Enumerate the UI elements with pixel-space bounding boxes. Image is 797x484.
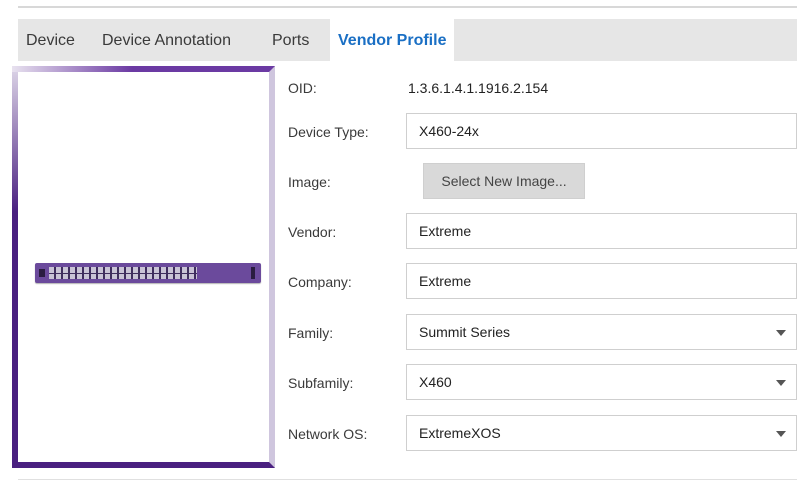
vendor-label: Vendor:	[288, 224, 337, 240]
company-label: Company:	[288, 274, 352, 290]
tab-device-annotation[interactable]: Device Annotation	[94, 19, 239, 61]
company-field[interactable]: Extreme	[406, 263, 797, 299]
network-switch-image	[35, 263, 261, 283]
tab-vendor-profile[interactable]: Vendor Profile	[330, 19, 455, 61]
subfamily-select-value: X460	[419, 374, 452, 390]
oid-label: OID:	[288, 80, 317, 96]
top-divider	[18, 6, 797, 8]
subfamily-select[interactable]: X460	[406, 364, 797, 400]
family-select-value: Summit Series	[419, 324, 511, 340]
bottom-divider	[18, 479, 797, 480]
device-type-label: Device Type:	[288, 124, 369, 140]
chevron-down-icon[interactable]	[776, 330, 786, 336]
network-os-select-value: ExtremeXOS	[419, 425, 501, 441]
device-type-field[interactable]: X460-24x	[406, 113, 797, 149]
tab-strip: Device Device Annotation Ports Vendor Pr…	[18, 19, 797, 61]
network-os-label: Network OS:	[288, 426, 368, 442]
family-label: Family:	[288, 325, 334, 341]
chevron-down-icon[interactable]	[776, 431, 786, 437]
device-image-panel	[12, 66, 275, 468]
switch-led	[39, 269, 45, 277]
image-label: Image:	[288, 174, 331, 190]
top-bar	[0, 0, 797, 10]
family-select[interactable]: Summit Series	[406, 314, 797, 350]
switch-port-divider	[49, 273, 197, 274]
tab-device[interactable]: Device	[18, 19, 83, 61]
subfamily-label: Subfamily:	[288, 375, 354, 391]
vendor-field[interactable]: Extreme	[406, 213, 797, 249]
chevron-down-icon[interactable]	[776, 380, 786, 386]
select-new-image-button[interactable]: Select New Image...	[423, 163, 585, 199]
switch-console-port	[251, 267, 255, 279]
tab-ports[interactable]: Ports	[264, 19, 317, 61]
network-os-select[interactable]: ExtremeXOS	[406, 415, 797, 451]
oid-value: 1.3.6.1.4.1.1916.2.154	[408, 80, 549, 96]
